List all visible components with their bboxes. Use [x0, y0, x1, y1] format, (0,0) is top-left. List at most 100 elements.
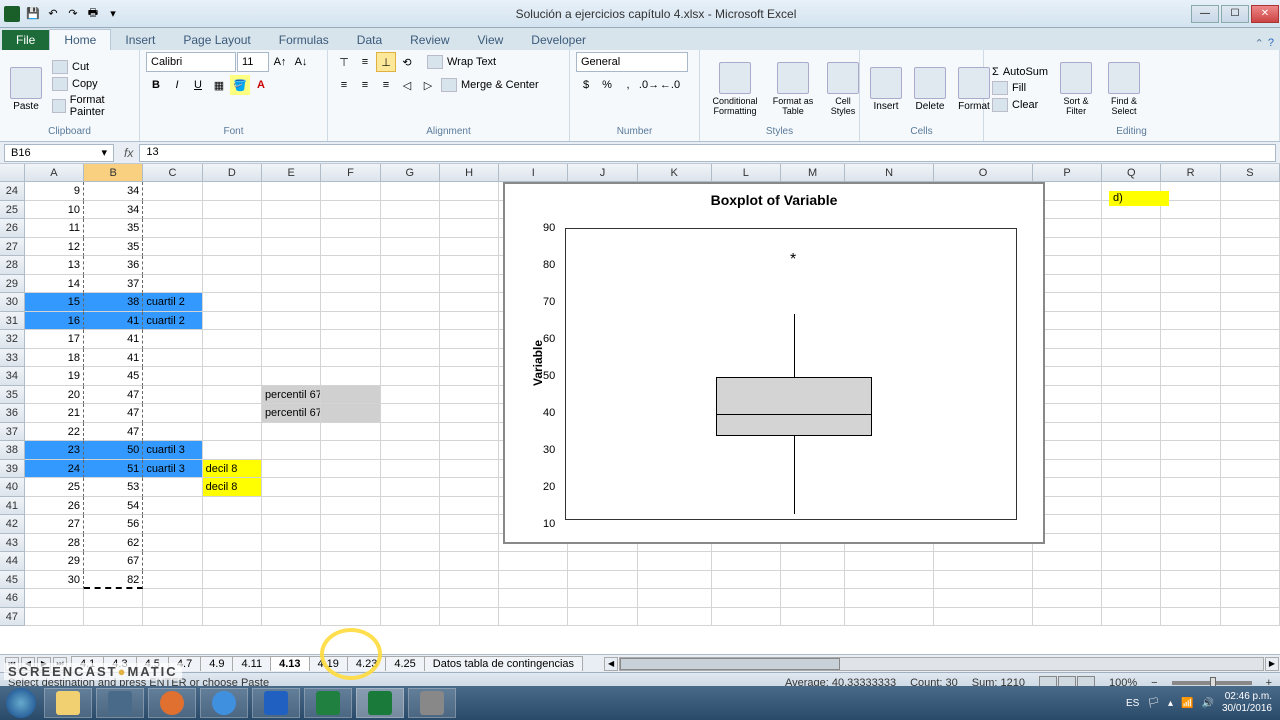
cell-A45[interactable]: 30: [25, 571, 84, 590]
cell-C37[interactable]: [143, 423, 202, 442]
cell-G36[interactable]: [381, 404, 440, 423]
cell-O44[interactable]: [934, 552, 1033, 571]
name-box[interactable]: B16 ▾: [4, 144, 114, 162]
cell-H25[interactable]: [440, 201, 499, 220]
zoom-slider[interactable]: [1172, 681, 1252, 685]
cell-C35[interactable]: [143, 386, 202, 405]
col-header-R[interactable]: R: [1161, 164, 1220, 181]
row-header-37[interactable]: 37: [0, 423, 25, 442]
cell-S34[interactable]: [1221, 367, 1280, 386]
cell-D30[interactable]: [203, 293, 262, 312]
cell-Q29[interactable]: [1102, 275, 1161, 294]
cell-A29[interactable]: 14: [25, 275, 84, 294]
cell-S45[interactable]: [1221, 571, 1280, 590]
cell-D25[interactable]: [203, 201, 262, 220]
task-outlook[interactable]: [252, 688, 300, 718]
cell-F25[interactable]: [321, 201, 380, 220]
cell-E37[interactable]: [262, 423, 321, 442]
cell-C32[interactable]: [143, 330, 202, 349]
cell-B29[interactable]: 37: [84, 275, 143, 294]
cell-J45[interactable]: [568, 571, 637, 590]
cell-Q33[interactable]: [1102, 349, 1161, 368]
cell-S35[interactable]: [1221, 386, 1280, 405]
row-header-38[interactable]: 38: [0, 441, 25, 460]
row-header-47[interactable]: 47: [0, 608, 25, 627]
cell-M46[interactable]: [781, 589, 845, 608]
cell-F29[interactable]: [321, 275, 380, 294]
cell-Q36[interactable]: [1102, 404, 1161, 423]
cell-J46[interactable]: [568, 589, 637, 608]
task-app-1[interactable]: [96, 688, 144, 718]
cell-G27[interactable]: [381, 238, 440, 257]
align-right-icon[interactable]: ≡: [376, 75, 396, 95]
cell-H34[interactable]: [440, 367, 499, 386]
cell-P44[interactable]: [1033, 552, 1102, 571]
cell-P45[interactable]: [1033, 571, 1102, 590]
cell-E40[interactable]: [262, 478, 321, 497]
cell-R37[interactable]: [1161, 423, 1220, 442]
cell-B28[interactable]: 36: [84, 256, 143, 275]
cell-R26[interactable]: [1161, 219, 1220, 238]
sheet-tab-4.19[interactable]: 4.19: [309, 656, 348, 671]
cell-N46[interactable]: [845, 589, 934, 608]
sort-filter-button[interactable]: Sort & Filter: [1054, 60, 1098, 118]
scroll-right-icon[interactable]: ▶: [1265, 657, 1279, 671]
start-button[interactable]: [0, 686, 42, 720]
cell-H39[interactable]: [440, 460, 499, 479]
cell-S44[interactable]: [1221, 552, 1280, 571]
tab-page-layout[interactable]: Page Layout: [169, 30, 264, 50]
tab-review[interactable]: Review: [396, 30, 463, 50]
select-all-corner[interactable]: [0, 164, 25, 181]
cell-B34[interactable]: 45: [84, 367, 143, 386]
col-header-Q[interactable]: Q: [1102, 164, 1161, 181]
font-name-select[interactable]: [146, 52, 236, 72]
cell-C25[interactable]: [143, 201, 202, 220]
cell-Q38[interactable]: [1102, 441, 1161, 460]
cell-C31[interactable]: cuartil 2: [143, 312, 202, 331]
cell-D45[interactable]: [203, 571, 262, 590]
cell-E30[interactable]: [262, 293, 321, 312]
row-header-41[interactable]: 41: [0, 497, 25, 516]
cell-E31[interactable]: [262, 312, 321, 331]
row-header-32[interactable]: 32: [0, 330, 25, 349]
task-project[interactable]: [304, 688, 352, 718]
align-center-icon[interactable]: ≡: [355, 75, 375, 95]
cell-Q39[interactable]: [1102, 460, 1161, 479]
cell-D47[interactable]: [203, 608, 262, 627]
find-select-button[interactable]: Find & Select: [1102, 60, 1146, 118]
font-size-select[interactable]: [237, 52, 269, 72]
cell-C47[interactable]: [143, 608, 202, 627]
cell-F26[interactable]: [321, 219, 380, 238]
cell-H44[interactable]: [440, 552, 499, 571]
cell-S28[interactable]: [1221, 256, 1280, 275]
cell-E42[interactable]: [262, 515, 321, 534]
autosum-button[interactable]: Σ AutoSum: [990, 65, 1050, 79]
cell-E28[interactable]: [262, 256, 321, 275]
cell-J44[interactable]: [568, 552, 637, 571]
cell-H24[interactable]: [440, 182, 499, 201]
cell-S43[interactable]: [1221, 534, 1280, 553]
cell-S37[interactable]: [1221, 423, 1280, 442]
col-header-J[interactable]: J: [568, 164, 637, 181]
cell-D43[interactable]: [203, 534, 262, 553]
cell-B38[interactable]: 50: [84, 441, 143, 460]
format-as-table-button[interactable]: Format as Table: [768, 60, 818, 118]
boxplot-chart[interactable]: Boxplot of Variable Variable * 102030405…: [503, 182, 1045, 544]
cell-F41[interactable]: [321, 497, 380, 516]
cell-R36[interactable]: [1161, 404, 1220, 423]
cell-S36[interactable]: [1221, 404, 1280, 423]
cell-styles-button[interactable]: Cell Styles: [822, 60, 864, 118]
row-header-24[interactable]: 24: [0, 182, 25, 201]
cell-A37[interactable]: 22: [25, 423, 84, 442]
row-header-39[interactable]: 39: [0, 460, 25, 479]
row-header-40[interactable]: 40: [0, 478, 25, 497]
cell-B41[interactable]: 54: [84, 497, 143, 516]
qat-more-icon[interactable]: ▾: [104, 5, 122, 23]
paste-button[interactable]: Paste: [6, 65, 46, 114]
cell-C33[interactable]: [143, 349, 202, 368]
cell-S26[interactable]: [1221, 219, 1280, 238]
tab-formulas[interactable]: Formulas: [265, 30, 343, 50]
col-header-L[interactable]: L: [712, 164, 781, 181]
cell-S41[interactable]: [1221, 497, 1280, 516]
row-header-33[interactable]: 33: [0, 349, 25, 368]
